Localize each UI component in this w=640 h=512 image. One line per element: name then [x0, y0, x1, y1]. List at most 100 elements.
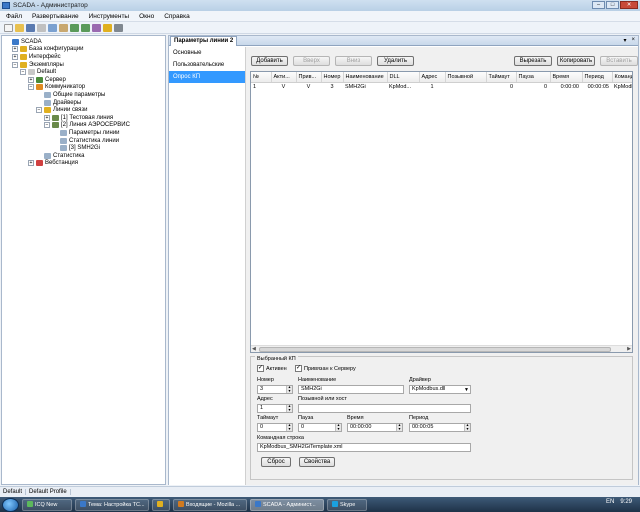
minimize-button[interactable]: – — [592, 1, 605, 9]
scroll-left-icon[interactable]: ◀ — [252, 346, 256, 352]
move-down-button[interactable]: Вниз — [335, 56, 372, 66]
tool-icon[interactable] — [92, 23, 101, 32]
tab-line-params[interactable]: Параметры линии 2 — [170, 36, 238, 46]
paste-button[interactable]: Вставить — [600, 56, 638, 66]
tree-node[interactable]: − Default — [4, 68, 165, 76]
collapse-icon[interactable]: − — [36, 107, 42, 114]
open-icon[interactable] — [15, 23, 24, 32]
tree-node[interactable]: − [2] Линия АЭРОСЕРВИС — [4, 122, 165, 130]
menu-help[interactable]: Справка — [164, 13, 190, 20]
table-row[interactable]: 1 V V 3 SMH2Gi KpMod... 1 0 0 0:00:00 00:00:05 KpMo… — [251, 82, 632, 91]
tree-node[interactable]: Общие параметры — [4, 91, 165, 99]
time-spinner[interactable]: ▲ ▼ — [396, 424, 402, 431]
column-header[interactable]: Номер — [321, 72, 344, 83]
tree-node[interactable]: − Линии связи — [4, 106, 165, 114]
maximize-button[interactable]: □ — [606, 1, 619, 9]
taskbar-item[interactable]: Skype — [327, 498, 367, 511]
paste-icon[interactable] — [59, 23, 68, 32]
expand-icon[interactable]: + — [28, 76, 34, 83]
tree-node[interactable]: − Коммуникатор — [4, 84, 165, 92]
close-button[interactable]: ✕ — [620, 1, 638, 9]
nav-item[interactable]: Основные — [169, 47, 245, 59]
expand-icon[interactable]: + — [44, 114, 50, 121]
period-spinner[interactable]: ▲ ▼ — [464, 424, 470, 431]
grid-horizontal-scrollbar[interactable]: ◀ ▶ — [251, 345, 632, 352]
tree-node[interactable]: Параметры линии — [4, 129, 165, 137]
expand-icon[interactable]: + — [12, 46, 18, 53]
cut-button[interactable]: Вырезать — [514, 56, 552, 66]
address-spinner[interactable]: ▲ ▼ — [286, 405, 292, 412]
nav-item[interactable]: Пользовательские — [169, 59, 245, 71]
copy-icon[interactable] — [48, 23, 57, 32]
column-header[interactable]: Наименование — [343, 72, 388, 83]
redo-icon[interactable] — [81, 23, 90, 32]
column-header[interactable]: Команд — [612, 72, 632, 83]
delete-button[interactable]: Удалить — [377, 56, 414, 66]
tree-node[interactable]: + База конфигурации — [4, 46, 165, 54]
language-indicator[interactable]: EN — [606, 499, 614, 505]
taskbar-item[interactable]: SCADA - Админист... — [250, 498, 324, 511]
save-icon[interactable] — [26, 23, 35, 32]
tree-node[interactable]: Статистика линии — [4, 137, 165, 145]
expand-icon[interactable]: + — [12, 53, 18, 60]
tree-node[interactable]: − Экземпляры — [4, 61, 165, 69]
taskbar-item[interactable] — [152, 498, 170, 511]
period-field[interactable]: 00:00:05 ▲ ▼ — [409, 423, 471, 432]
tab-close-icon[interactable]: × — [631, 37, 635, 44]
taskbar-item[interactable]: ICQ New — [22, 498, 72, 511]
column-header[interactable]: Время — [550, 72, 583, 83]
timeout-field[interactable]: 0 ▲ ▼ — [257, 423, 293, 432]
pause-field[interactable]: 0 ▲ ▼ — [298, 423, 342, 432]
column-header[interactable]: Позывной — [445, 72, 487, 83]
taskbar-item[interactable]: Входящие - Mozilla ... — [173, 498, 247, 511]
tree-node[interactable]: + [1] Тестовая линия — [4, 114, 165, 122]
expand-icon[interactable]: + — [28, 160, 34, 167]
cut-icon[interactable] — [37, 23, 46, 32]
number-field[interactable]: 3 ▲ ▼ — [257, 385, 293, 394]
scroll-thumb[interactable] — [259, 347, 611, 352]
tree-node[interactable]: [3] SMH2Gi — [4, 144, 165, 152]
copy-button[interactable]: Копировать — [557, 56, 595, 66]
bound-to-server-checkbox[interactable]: ✓ Привязан к Серверу — [295, 365, 356, 372]
column-header[interactable]: Пауза — [516, 72, 551, 83]
column-header[interactable]: DLL — [387, 72, 420, 83]
command-line-field[interactable]: KpModbus_SMH2GiTemplate.xml — [257, 443, 471, 452]
active-checkbox[interactable]: ✓ Активен — [257, 365, 287, 372]
timeout-spinner[interactable]: ▲ ▼ — [286, 424, 292, 431]
menu-deploy[interactable]: Развертывание — [32, 13, 79, 20]
time-field[interactable]: 00:00:00 ▲ ▼ — [347, 423, 403, 432]
column-header[interactable]: № — [251, 72, 272, 83]
callsign-field[interactable] — [298, 404, 471, 413]
taskbar-item[interactable]: Тема: Настройка ТС... — [75, 498, 149, 511]
tree-node[interactable]: + Сервер — [4, 76, 165, 84]
column-header[interactable]: Акти... — [271, 72, 297, 83]
tree-node[interactable]: + Вебстанция — [4, 160, 165, 168]
tree-node[interactable]: Драйверы — [4, 99, 165, 107]
address-field[interactable]: 1 ▲ ▼ — [257, 404, 293, 413]
clock[interactable]: 9:29 — [620, 499, 632, 505]
tree-node[interactable]: SCADA — [4, 38, 165, 46]
start-button[interactable] — [2, 497, 19, 512]
folder-icon[interactable] — [103, 23, 112, 32]
menu-file[interactable]: Файл — [6, 13, 22, 20]
menu-window[interactable]: Окно — [139, 13, 154, 20]
nav-item[interactable]: Опрос КП — [169, 71, 245, 83]
collapse-icon[interactable]: − — [20, 69, 26, 76]
name-field[interactable]: SMH2Gi — [298, 385, 404, 394]
number-spinner[interactable]: ▲ ▼ — [286, 386, 292, 393]
pause-spinner[interactable]: ▲ ▼ — [335, 424, 341, 431]
collapse-icon[interactable]: − — [12, 61, 18, 68]
collapse-icon[interactable]: − — [28, 84, 34, 91]
settings-icon[interactable] — [114, 23, 123, 32]
move-up-button[interactable]: Вверх — [293, 56, 330, 66]
tab-list-icon[interactable]: ▾ — [623, 37, 626, 44]
undo-icon[interactable] — [70, 23, 79, 32]
properties-button[interactable]: Свойства — [299, 457, 335, 467]
tree-node[interactable]: + Интерфейс — [4, 53, 165, 61]
driver-select[interactable]: KpModbus.dll ▼ — [409, 385, 471, 394]
column-header[interactable]: Таймаут — [486, 72, 517, 83]
reset-button[interactable]: Сброс — [261, 457, 291, 467]
tree-node[interactable]: Статистика — [4, 152, 165, 160]
column-header[interactable]: Адрес — [419, 72, 446, 83]
collapse-icon[interactable]: − — [44, 122, 50, 129]
